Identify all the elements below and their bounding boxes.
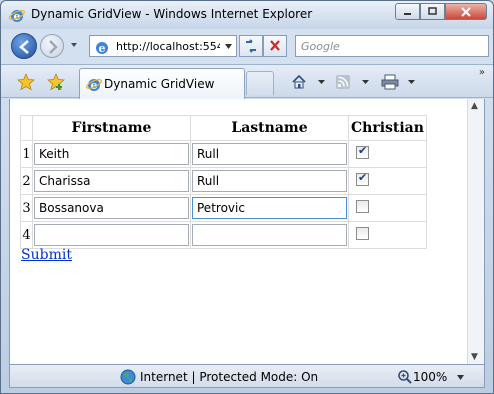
minimize-button[interactable] xyxy=(395,3,420,20)
home-button[interactable] xyxy=(291,73,326,91)
refresh-icon xyxy=(246,39,256,53)
row-number: 1 xyxy=(20,140,33,168)
zoom-icon[interactable] xyxy=(397,369,413,385)
chevron-down-icon xyxy=(408,79,415,84)
close-icon xyxy=(461,6,471,17)
row-number: 4 xyxy=(20,221,33,249)
lastname-input[interactable] xyxy=(192,143,347,165)
chevron-down-icon xyxy=(362,79,369,84)
chevron-down-icon[interactable] xyxy=(456,373,465,382)
gridview-table: Firstname Lastname Christian 1 2 xyxy=(20,115,427,249)
christian-cell xyxy=(348,140,427,168)
header-row: Firstname Lastname Christian xyxy=(20,115,427,141)
print-icon xyxy=(381,74,399,90)
minimize-icon xyxy=(404,13,411,15)
forward-button[interactable] xyxy=(40,34,64,58)
address-bar[interactable]: e http://localhost:554 xyxy=(89,35,237,57)
stop-icon xyxy=(270,40,280,51)
home-icon xyxy=(292,74,306,89)
firstname-input[interactable] xyxy=(34,170,189,192)
row-number: 2 xyxy=(20,167,33,195)
status-bar: Internet | Protected Mode: On 100% xyxy=(9,364,485,388)
firstname-cell xyxy=(32,221,191,249)
chevron-down-icon[interactable] xyxy=(224,42,233,51)
tab-dynamic-gridview[interactable]: e Dynamic GridView xyxy=(79,68,245,99)
search-box[interactable]: Google xyxy=(295,35,489,57)
table-row: 4 xyxy=(20,221,427,249)
header-rownum xyxy=(20,115,33,141)
row-number: 3 xyxy=(20,194,33,222)
lastname-input[interactable] xyxy=(192,170,347,192)
maximize-icon xyxy=(428,7,437,15)
feeds-icon xyxy=(336,75,350,89)
svg-text:e: e xyxy=(99,42,106,55)
back-button[interactable] xyxy=(11,33,37,59)
zoom-level[interactable]: 100% xyxy=(413,370,447,384)
add-favorite-icon[interactable] xyxy=(47,73,65,91)
christian-checkbox[interactable] xyxy=(356,199,369,213)
firstname-input[interactable] xyxy=(34,143,189,165)
lastname-cell xyxy=(190,221,349,249)
ie-page-icon: e xyxy=(86,79,102,92)
christian-cell xyxy=(348,221,427,249)
address-text[interactable]: http://localhost:554 xyxy=(116,40,220,53)
firstname-cell xyxy=(32,194,191,222)
page-content: Firstname Lastname Christian 1 2 xyxy=(9,99,485,364)
header-christian: Christian xyxy=(348,115,427,141)
firstname-cell xyxy=(32,167,191,195)
lastname-cell xyxy=(190,194,349,222)
lastname-cell xyxy=(190,167,349,195)
maximize-button[interactable] xyxy=(420,3,445,20)
firstname-cell xyxy=(32,140,191,168)
print-button[interactable] xyxy=(381,73,416,91)
lastname-input[interactable] xyxy=(192,224,347,246)
header-firstname: Firstname xyxy=(32,115,191,141)
page-icon: e xyxy=(96,42,108,55)
table-row: 1 xyxy=(20,140,427,168)
vertical-scrollbar[interactable]: ▲ ▼ xyxy=(467,99,484,364)
stop-button[interactable] xyxy=(263,35,287,57)
feeds-button[interactable] xyxy=(335,73,370,91)
title-bar: e Dynamic GridView - Windows Internet Ex… xyxy=(1,1,493,29)
forward-arrow-icon xyxy=(49,40,58,54)
christian-checkbox[interactable] xyxy=(356,144,369,159)
christian-checkbox[interactable] xyxy=(356,171,369,186)
scroll-down-icon[interactable]: ▼ xyxy=(471,352,478,362)
christian-cell xyxy=(348,167,427,195)
table-row: 2 xyxy=(20,167,427,195)
new-tab-button[interactable] xyxy=(246,71,274,95)
lastname-cell xyxy=(190,140,349,168)
search-placeholder: Google xyxy=(301,40,340,53)
christian-checkbox[interactable] xyxy=(356,226,369,240)
firstname-input[interactable] xyxy=(34,197,189,219)
favorites-star-icon[interactable] xyxy=(17,73,35,91)
window-title: Dynamic GridView - Windows Internet Expl… xyxy=(31,7,313,21)
browser-window: e Dynamic GridView - Windows Internet Ex… xyxy=(0,0,494,394)
window-controls xyxy=(395,3,487,20)
header-lastname: Lastname xyxy=(190,115,349,141)
table-row: 3 xyxy=(20,194,427,222)
refresh-button[interactable] xyxy=(239,35,263,57)
christian-cell xyxy=(348,194,427,222)
lastname-input[interactable] xyxy=(192,197,347,219)
security-zone-text: Internet | Protected Mode: On xyxy=(140,370,319,384)
navigation-bar: e http://localhost:554 Google xyxy=(1,31,493,61)
ie-logo-icon: e xyxy=(9,10,25,23)
recent-pages-dropdown[interactable] xyxy=(69,40,79,50)
more-tools-icon[interactable]: » xyxy=(479,67,485,78)
tab-bar: e Dynamic GridView » xyxy=(1,64,493,99)
globe-icon xyxy=(120,369,136,385)
submit-link[interactable]: Submit xyxy=(21,247,72,263)
firstname-input[interactable] xyxy=(34,224,189,246)
back-arrow-icon xyxy=(19,40,29,54)
close-button[interactable] xyxy=(445,3,487,20)
scroll-up-icon[interactable]: ▲ xyxy=(471,101,478,111)
chevron-down-icon xyxy=(318,79,325,84)
tab-label: Dynamic GridView xyxy=(104,77,215,91)
